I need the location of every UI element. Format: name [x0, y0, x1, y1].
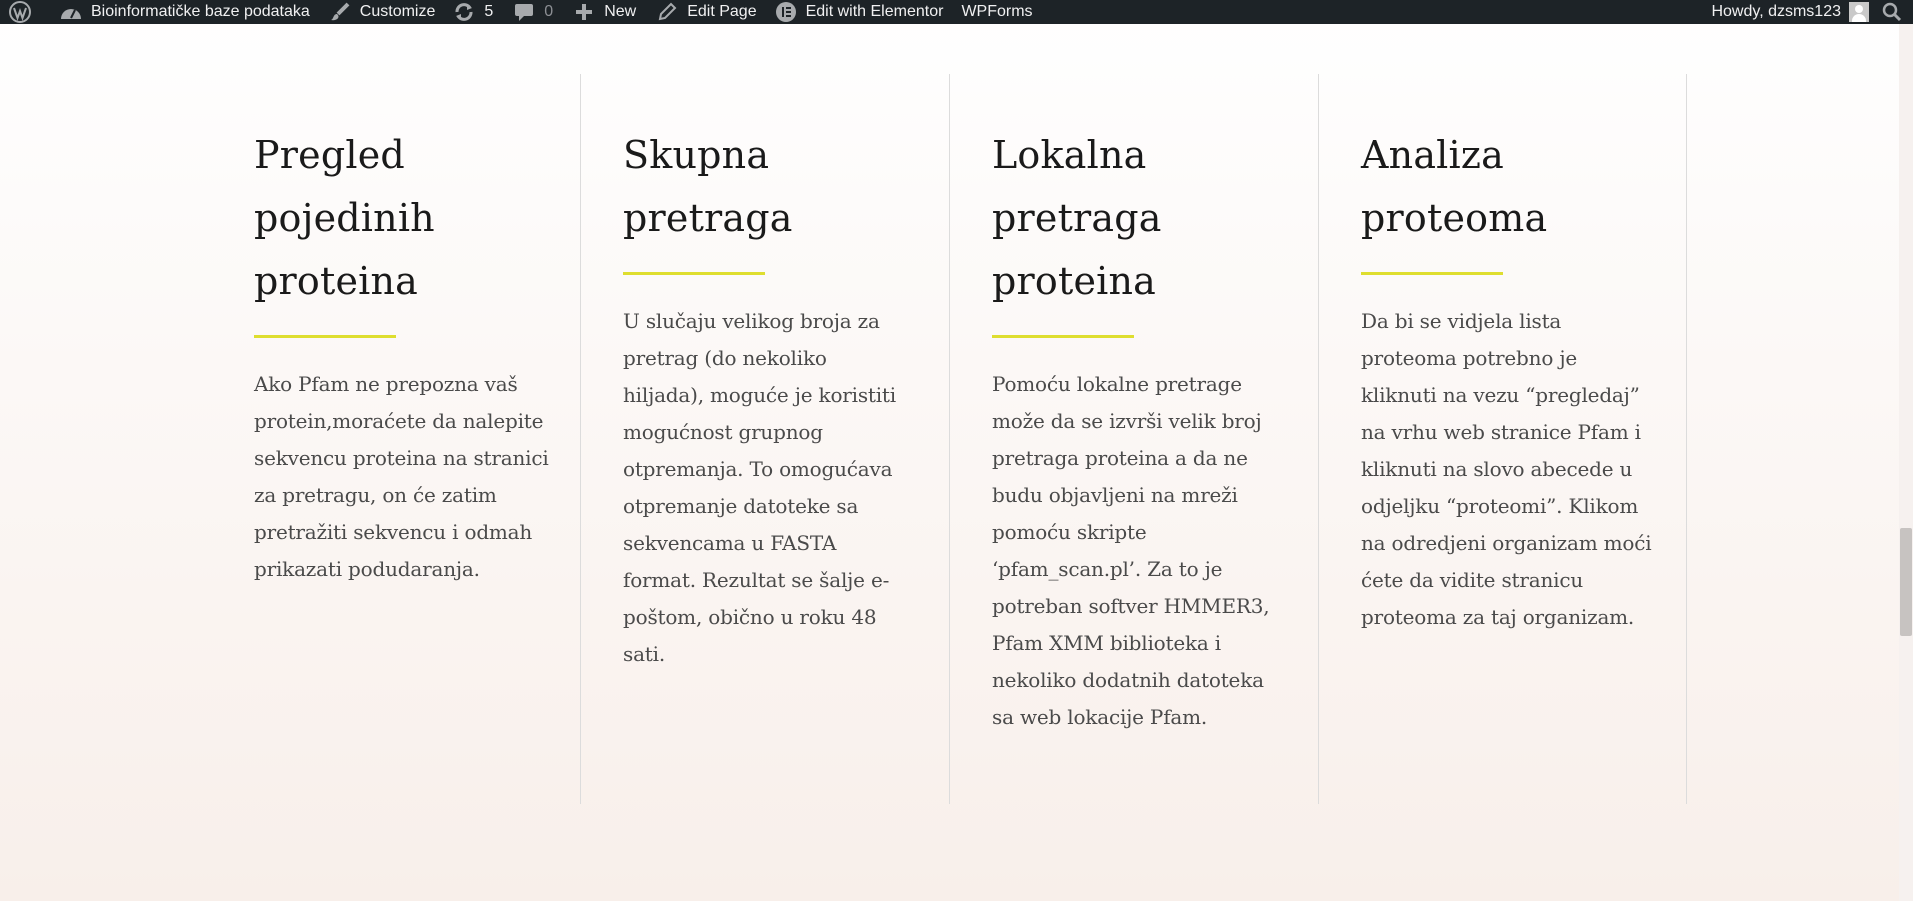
column-text: U slučaju velikog broja za pretrag (do n…	[623, 309, 896, 666]
column-heading: Skupna pretraga	[623, 124, 903, 250]
edit-page-link[interactable]: Edit Page	[656, 0, 757, 24]
elementor-icon	[775, 1, 797, 23]
comment-icon	[513, 1, 535, 23]
column-heading: Pregled pojedinih proteina	[254, 124, 554, 313]
search-button[interactable]	[1881, 0, 1903, 24]
feature-column-lokalna: Lokalna pretraga proteina Pomoću lokalne…	[992, 124, 1277, 736]
brush-icon	[329, 1, 351, 23]
edit-page-label: Edit Page	[687, 3, 757, 20]
column-heading: Analiza proteoma	[1361, 124, 1656, 250]
wpforms-link[interactable]: WPForms	[961, 0, 1032, 24]
heading-line: Pregled	[254, 133, 405, 177]
site-name-label: Bioinformatičke baze podataka	[91, 3, 310, 20]
column-divider	[1318, 74, 1319, 804]
plus-icon	[573, 1, 595, 23]
comments-link[interactable]: 0	[513, 0, 553, 24]
heading-underline	[254, 335, 396, 338]
my-account-link[interactable]: Howdy, dzsms123	[1711, 0, 1869, 24]
wordpress-icon	[9, 1, 31, 23]
column-divider	[1686, 74, 1687, 804]
heading-line: pretraga	[992, 196, 1162, 240]
search-icon	[1881, 1, 1903, 23]
new-content-link[interactable]: New	[573, 0, 636, 24]
heading-line: proteina	[254, 259, 419, 303]
new-label: New	[604, 3, 637, 20]
feature-column-analiza: Analiza proteoma Da bi se vidjela lista …	[1361, 124, 1656, 636]
howdy-label: Howdy, dzsms123	[1711, 3, 1841, 20]
column-heading: Lokalna pretraga proteina	[992, 124, 1277, 313]
comments-count: 0	[544, 3, 554, 20]
column-divider	[949, 74, 950, 804]
pencil-icon	[656, 1, 678, 23]
heading-line: proteina	[992, 259, 1157, 303]
heading-underline	[1361, 272, 1503, 275]
wordpress-logo-button[interactable]	[9, 0, 40, 24]
edit-elementor-label: Edit with Elementor	[805, 3, 944, 20]
feature-column-pregled: Pregled pojedinih proteina Ako Pfam ne p…	[254, 124, 554, 588]
scrollbar-thumb[interactable]	[1900, 528, 1912, 636]
dashboard-icon	[60, 1, 82, 23]
heading-underline	[623, 272, 765, 275]
column-text: Pomoću lokalne pretrage može da se izvrš…	[992, 372, 1270, 729]
column-text: Da bi se vidjela lista proteoma potrebno…	[1361, 309, 1652, 629]
page-scrollbar[interactable]	[1899, 24, 1913, 901]
feature-column-skupna: Skupna pretraga U slučaju velikog broja …	[623, 124, 903, 673]
heading-line: proteoma	[1361, 196, 1548, 240]
column-text: Ako Pfam ne prepozna vaš protein,moraćet…	[254, 372, 549, 581]
wpforms-label: WPForms	[961, 3, 1033, 20]
admin-bar: Bioinformatičke baze podataka Customize …	[0, 0, 1913, 24]
site-name-link[interactable]: Bioinformatičke baze podataka	[60, 0, 310, 24]
updates-link[interactable]: 5	[453, 0, 493, 24]
heading-line: pojedinih	[254, 196, 435, 240]
refresh-icon	[453, 1, 475, 23]
customize-label: Customize	[359, 3, 436, 20]
heading-line: pretraga	[623, 196, 793, 240]
heading-underline	[992, 335, 1134, 338]
avatar	[1849, 2, 1869, 22]
edit-elementor-link[interactable]: Edit with Elementor	[775, 0, 944, 24]
column-divider	[580, 74, 581, 804]
heading-line: Lokalna	[992, 133, 1147, 177]
heading-line: Analiza	[1361, 133, 1504, 177]
updates-count: 5	[484, 3, 494, 20]
heading-line: Skupna	[623, 133, 770, 177]
customize-link[interactable]: Customize	[329, 0, 436, 24]
